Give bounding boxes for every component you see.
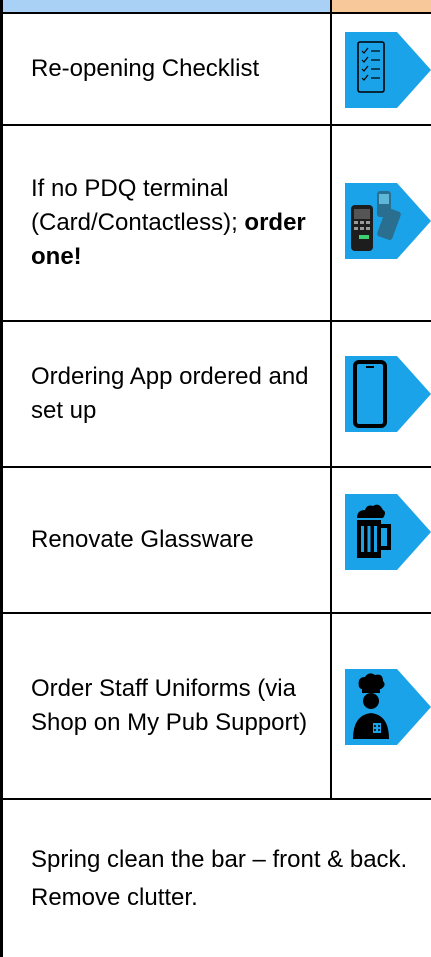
footer-cell: Spring clean the bar – front & back. Rem… — [3, 800, 431, 957]
row-label-cell: Order Staff Uniforms (via Shop on My Pub… — [3, 614, 330, 798]
row-label-cell: Renovate Glassware — [3, 468, 330, 612]
row-label: Renovate Glassware — [31, 526, 254, 553]
row-label-text: If no PDQ terminal (Card/Contactless); — [31, 175, 238, 236]
row-label-cell: Re-opening Checklist — [3, 14, 330, 124]
checklist-row-uniforms: Order Staff Uniforms (via Shop on My Pub… — [0, 614, 431, 800]
checklist-row-spring-clean: Spring clean the bar – front & back. Rem… — [0, 800, 431, 957]
row-label: Order Staff Uniforms (via Shop on My Pub… — [31, 675, 308, 736]
chef-icon — [345, 669, 431, 745]
row-label: Re-opening Checklist — [31, 55, 260, 82]
row-label-cell: If no PDQ terminal (Card/Contactless); o… — [3, 126, 330, 320]
card-terminal-icon — [345, 183, 431, 259]
header-band — [0, 0, 431, 14]
checklist-icon — [345, 32, 431, 108]
checklist-row-ordering-app: Ordering App ordered and set up — [0, 322, 431, 468]
row-label: If no PDQ terminal (Card/Contactless); o… — [31, 172, 320, 274]
row-label: Ordering App ordered and set up — [31, 363, 309, 424]
checklist-row-reopening: Re-opening Checklist — [0, 14, 431, 126]
beer-mug-icon — [345, 494, 431, 570]
header-accent — [332, 0, 431, 12]
smartphone-icon — [345, 356, 431, 432]
footer-text: Spring clean the bar – front & back. Rem… — [31, 845, 408, 911]
checklist-table: Re-opening Checklist If no PDQ terminal … — [0, 0, 431, 957]
row-label-cell: Ordering App ordered and set up — [3, 322, 330, 466]
checklist-row-glassware: Renovate Glassware — [0, 468, 431, 614]
checklist-row-pdq: If no PDQ terminal (Card/Contactless); o… — [0, 126, 431, 322]
